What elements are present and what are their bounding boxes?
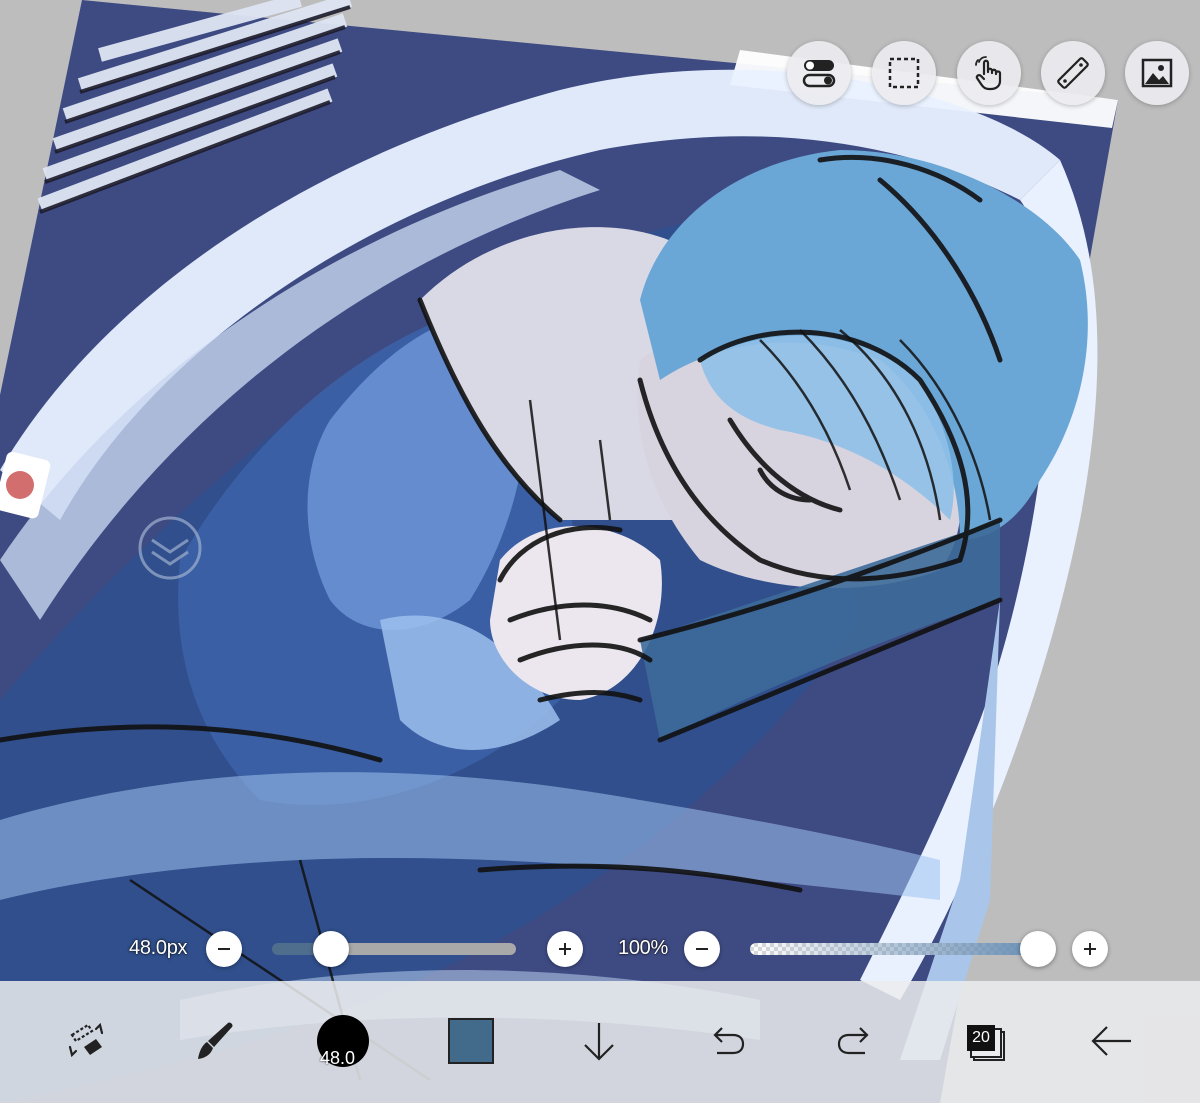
redo-button[interactable] [815, 1001, 895, 1081]
ruler-icon [1057, 57, 1089, 89]
transform-tool-button[interactable] [46, 1001, 126, 1081]
undo-icon [713, 1027, 745, 1055]
brush-size-slider[interactable] [272, 943, 516, 955]
opacity-slider-knob[interactable] [1020, 931, 1056, 967]
brush-size-increase-button[interactable] [547, 931, 583, 967]
plus-icon [559, 943, 571, 955]
toggle-button[interactable] [787, 41, 851, 105]
image-button[interactable] [1125, 41, 1189, 105]
back-arrow-icon [1091, 1026, 1131, 1056]
brush-size-value: 48.0px [129, 937, 188, 959]
minus-icon [696, 948, 708, 950]
layers-icon: 20 [962, 1020, 1005, 1062]
layers-count: 20 [967, 1025, 995, 1051]
toggle-icon [802, 60, 836, 88]
plus-icon [1084, 943, 1096, 955]
redo-icon [837, 1027, 869, 1055]
opacity-increase-button[interactable] [1072, 931, 1108, 967]
selection-icon [888, 57, 920, 89]
opacity-decrease-button[interactable] [684, 931, 720, 967]
hand-touch-icon [975, 56, 1002, 91]
selection-button[interactable] [872, 41, 936, 105]
color-swatch [448, 1018, 494, 1064]
bottom-toolbar: 48.0 20 [0, 981, 1200, 1103]
brush-icon [198, 1022, 233, 1059]
color-picker-button[interactable] [431, 1001, 511, 1081]
undo-button[interactable] [687, 1001, 767, 1081]
brush-size-slider-track [330, 943, 516, 955]
brush-size-slider-knob[interactable] [312, 931, 349, 967]
transform-tool-icon [68, 1022, 104, 1058]
ruler-button[interactable] [1041, 41, 1105, 105]
opacity-value: 100% [618, 937, 668, 959]
brush-size-decrease-button[interactable] [206, 931, 242, 967]
opacity-slider[interactable] [750, 943, 1038, 955]
minus-icon [218, 948, 230, 950]
brush-tool-button[interactable] [174, 1001, 254, 1081]
download-arrow-icon [584, 1023, 614, 1061]
hand-touch-button[interactable] [957, 41, 1021, 105]
brush-size-indicator[interactable]: 48.0 [303, 1001, 383, 1081]
back-button[interactable] [1071, 1001, 1151, 1081]
brush-size-indicator-text: 48.0 [320, 1048, 356, 1068]
brush-size-disc: 48.0 [317, 1015, 369, 1068]
image-icon [1141, 58, 1173, 88]
download-button[interactable] [559, 1001, 639, 1081]
layers-button[interactable]: 20 [943, 1001, 1023, 1081]
